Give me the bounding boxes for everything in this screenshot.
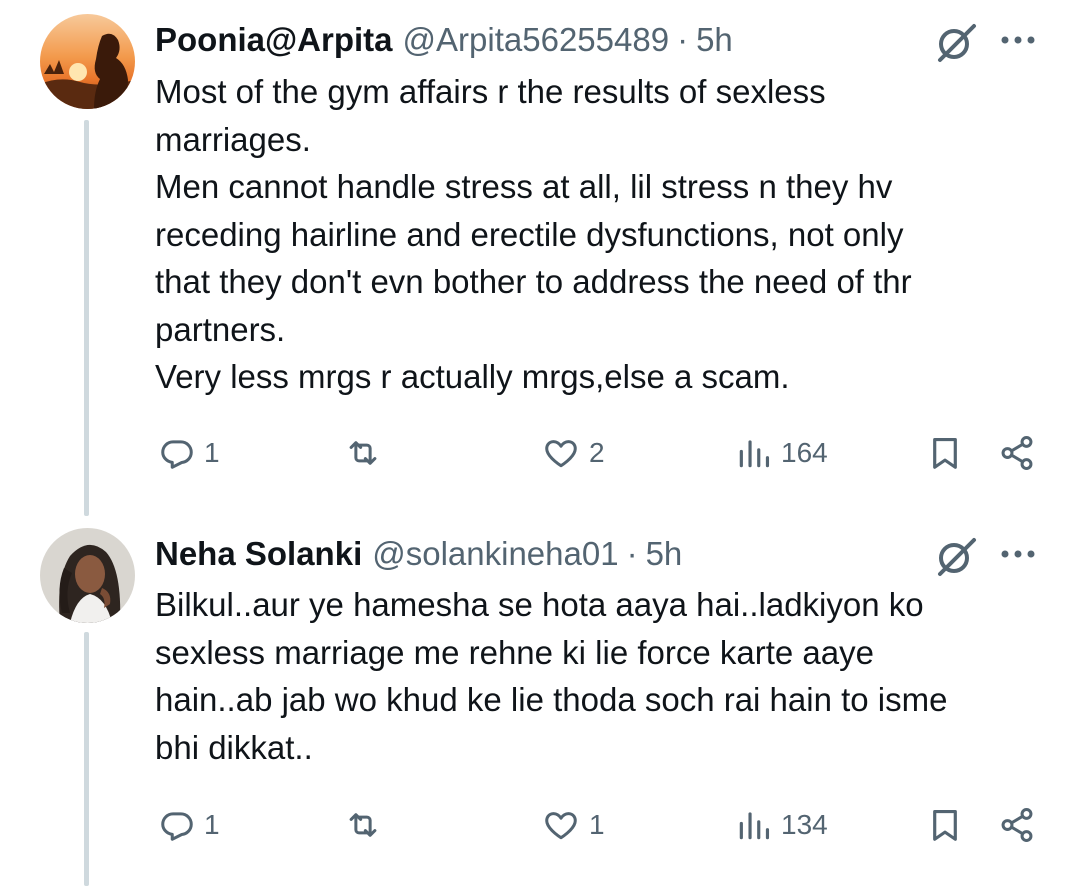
display-name[interactable]: Neha Solanki (155, 535, 362, 573)
bookmark-icon (933, 437, 957, 469)
retweet-button[interactable] (343, 800, 383, 850)
more-icon[interactable] (1000, 30, 1036, 50)
user-handle[interactable]: @Arpita56255489 (403, 21, 670, 59)
timestamp[interactable]: 5h (696, 21, 733, 59)
views-button[interactable]: 164 (735, 428, 828, 478)
reply-button[interactable]: 1 (158, 428, 220, 478)
avatar[interactable] (40, 14, 135, 109)
views-icon (739, 440, 770, 468)
share-button[interactable] (998, 428, 1036, 478)
views-icon (739, 812, 770, 840)
tweet[interactable]: Neha Solanki @solankineha01 · 5h Bilkul.… (0, 516, 1080, 886)
bookmark-button[interactable] (926, 428, 964, 478)
views-count: 134 (781, 809, 828, 840)
reply-button[interactable]: 1 (158, 800, 220, 850)
tweet[interactable]: Poonia@Arpita @Arpita56255489 · 5h Most … (0, 0, 1080, 516)
share-icon (1001, 807, 1033, 843)
reply-count: 1 (204, 437, 220, 468)
like-button[interactable]: 1 (541, 800, 605, 850)
retweet-icon (349, 441, 377, 465)
separator-dot: · (677, 21, 689, 58)
action-bar: 1 1 134 (0, 800, 1080, 850)
share-icon (1001, 435, 1033, 471)
views-count: 164 (781, 437, 828, 468)
bookmark-button[interactable] (926, 800, 964, 850)
grok-icon[interactable] (934, 534, 978, 578)
like-button[interactable]: 2 (541, 428, 605, 478)
tweet-header: Neha Solanki @solankineha01 · 5h (155, 532, 682, 576)
heart-icon (545, 440, 577, 468)
tweet-text: Bilkul..aur ye hamesha se hota aaya hai.… (155, 586, 948, 766)
avatar[interactable] (40, 528, 135, 623)
tweet-text: Most of the gym affairs r the results of… (155, 73, 912, 395)
retweet-button[interactable] (343, 428, 383, 478)
bookmark-icon (933, 809, 957, 841)
action-bar: 1 2 164 (0, 428, 1080, 478)
separator-dot: · (626, 535, 638, 572)
grok-icon[interactable] (934, 20, 978, 64)
reply-icon (161, 440, 193, 469)
retweet-icon (349, 813, 377, 837)
heart-icon (545, 812, 577, 840)
tweet-header: Poonia@Arpita @Arpita56255489 · 5h (155, 18, 733, 62)
timestamp[interactable]: 5h (646, 535, 683, 573)
reply-count: 1 (204, 809, 220, 840)
reply-icon (161, 812, 193, 841)
more-icon[interactable] (1000, 544, 1036, 564)
like-count: 1 (589, 809, 605, 840)
user-handle[interactable]: @solankineha01 (372, 535, 618, 573)
share-button[interactable] (998, 800, 1036, 850)
like-count: 2 (589, 437, 605, 468)
display-name[interactable]: Poonia@Arpita (155, 21, 393, 59)
views-button[interactable]: 134 (735, 800, 828, 850)
